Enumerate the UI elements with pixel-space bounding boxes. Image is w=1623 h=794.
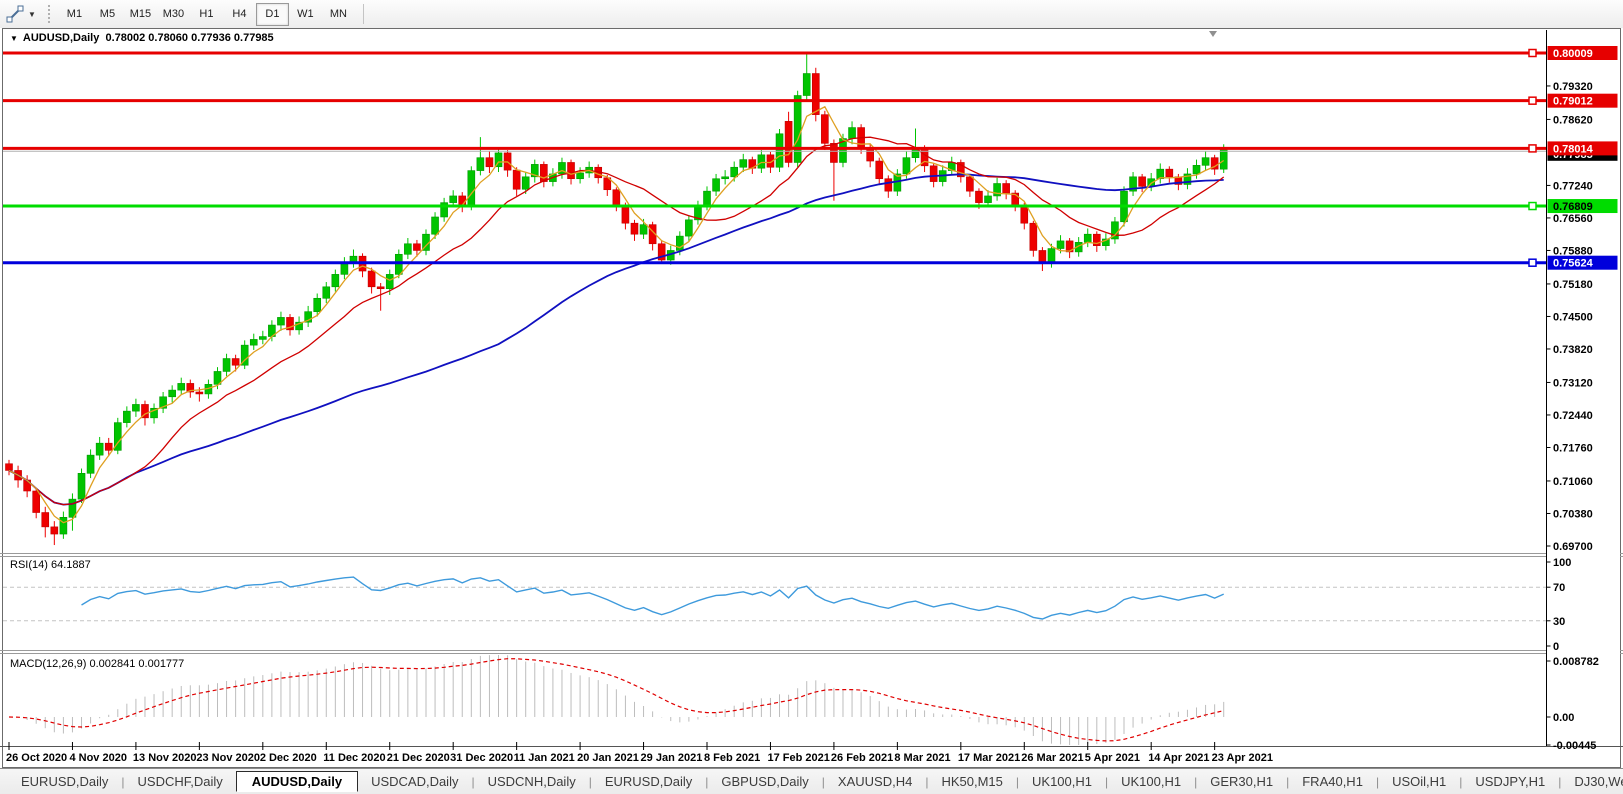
svg-text:8 Feb 2021: 8 Feb 2021 — [704, 752, 760, 764]
svg-text:26 Mar 2021: 26 Mar 2021 — [1021, 752, 1083, 764]
support-2-badge: 0.75624 — [1548, 256, 1618, 270]
support-1-handle[interactable] — [1529, 203, 1536, 210]
svg-text:0.75180: 0.75180 — [1553, 279, 1593, 291]
svg-text:2 Dec 2020: 2 Dec 2020 — [260, 752, 317, 764]
svg-text:13 Nov 2020: 13 Nov 2020 — [133, 752, 197, 764]
support-1-badge: 0.76809 — [1548, 199, 1618, 213]
svg-text:11 Jan 2021: 11 Jan 2021 — [514, 752, 575, 764]
svg-text:23 Apr 2021: 23 Apr 2021 — [1212, 752, 1273, 764]
crosshair-tool-icon — [6, 5, 24, 23]
svg-text:0.78620: 0.78620 — [1553, 114, 1593, 126]
timeframe-button-MN[interactable]: MN — [322, 3, 355, 26]
tab-eurusd-daily[interactable]: EURUSD,Daily — [592, 772, 705, 791]
svg-text:26 Oct 2020: 26 Oct 2020 — [6, 752, 67, 764]
svg-text:0.75880: 0.75880 — [1553, 245, 1593, 257]
resistance-1-handle[interactable] — [1529, 50, 1536, 57]
tab-dj30-weekly[interactable]: DJ30,Weekly — [1561, 772, 1623, 791]
svg-text:0.71060: 0.71060 — [1553, 476, 1593, 488]
resistance-1-badge: 0.80009 — [1548, 46, 1618, 60]
symbol-tab-bar: EURUSD,Daily|USDCHF,DailyAUDUSD,DailyUSD… — [0, 768, 1623, 794]
svg-text:0.80009: 0.80009 — [1553, 48, 1593, 60]
svg-text:8 Mar 2021: 8 Mar 2021 — [894, 752, 950, 764]
svg-text:0.75624: 0.75624 — [1553, 258, 1594, 270]
svg-text:0.74500: 0.74500 — [1553, 311, 1593, 323]
svg-text:11 Dec 2020: 11 Dec 2020 — [323, 752, 385, 764]
svg-text:0.76809: 0.76809 — [1553, 201, 1593, 213]
svg-text:0.70380: 0.70380 — [1553, 508, 1593, 520]
svg-text:30: 30 — [1553, 616, 1565, 628]
svg-text:0.77240: 0.77240 — [1553, 180, 1593, 192]
symbol-tabs: EURUSD,Daily|USDCHF,DailyAUDUSD,DailyUSD… — [8, 771, 1623, 792]
svg-text:0.78014: 0.78014 — [1553, 143, 1594, 155]
svg-text:0.79320: 0.79320 — [1553, 81, 1593, 93]
tab-eurusd-daily[interactable]: EURUSD,Daily — [8, 772, 121, 791]
timeframe-button-D1[interactable]: D1 — [256, 3, 289, 26]
svg-text:5 Apr 2021: 5 Apr 2021 — [1085, 752, 1140, 764]
svg-text:20 Jan 2021: 20 Jan 2021 — [577, 752, 639, 764]
resistance-3-badge: 0.78014 — [1548, 141, 1618, 155]
svg-text:70: 70 — [1553, 582, 1565, 594]
svg-text:0.008782: 0.008782 — [1553, 656, 1599, 668]
timeframe-button-M30[interactable]: M30 — [157, 3, 190, 26]
timeframe-button-H1[interactable]: H1 — [190, 3, 223, 26]
svg-text:0.76560: 0.76560 — [1553, 213, 1593, 225]
timeframe-buttons: M1M5M15M30H1H4D1W1MN — [58, 3, 355, 26]
svg-text:31 Dec 2020: 31 Dec 2020 — [450, 752, 513, 764]
tab-usdcad-daily[interactable]: USDCAD,Daily — [358, 772, 471, 791]
svg-text:0.00: 0.00 — [1553, 712, 1574, 724]
support-2-handle[interactable] — [1529, 259, 1536, 266]
svg-text:0.79012: 0.79012 — [1553, 96, 1593, 108]
svg-text:0.69700: 0.69700 — [1553, 541, 1593, 553]
svg-text:17 Feb 2021: 17 Feb 2021 — [767, 752, 829, 764]
tab-ger30-h1[interactable]: GER30,H1 — [1197, 772, 1286, 791]
svg-text:-0.00445: -0.00445 — [1553, 740, 1596, 752]
svg-text:29 Jan 2021: 29 Jan 2021 — [641, 752, 703, 764]
timeframe-button-M5[interactable]: M5 — [91, 3, 124, 26]
tab-fra40-h1[interactable]: FRA40,H1 — [1289, 772, 1376, 791]
tab-uk100-h1[interactable]: UK100,H1 — [1019, 772, 1105, 791]
tab-gbpusd-daily[interactable]: GBPUSD,Daily — [708, 772, 821, 791]
resistance-2-handle[interactable] — [1529, 97, 1536, 104]
line-studies-tool[interactable]: ▼ — [0, 5, 40, 23]
tab-hk50-m15[interactable]: HK50,M15 — [928, 772, 1015, 791]
top-toolbar: ▼ M1M5M15M30H1H4D1W1MN — [0, 0, 1623, 29]
tab-usdjpy-h1[interactable]: USDJPY,H1 — [1462, 772, 1558, 791]
resistance-2-badge: 0.79012 — [1548, 94, 1618, 108]
tab-xauusd-h4[interactable]: XAUUSD,H4 — [825, 772, 925, 791]
toolbar-separator — [363, 4, 364, 24]
price-chart[interactable]: 0.79320 0.78620 0.77240 0.76560 0.75880 0.751… — [0, 28, 1623, 768]
svg-text:100: 100 — [1553, 557, 1571, 569]
timeframe-button-W1[interactable]: W1 — [289, 3, 322, 26]
svg-text:23 Nov 2020: 23 Nov 2020 — [196, 752, 260, 764]
tab-usoil-h1[interactable]: USOil,H1 — [1379, 772, 1459, 791]
svg-text:0.72440: 0.72440 — [1553, 410, 1593, 422]
timeframe-button-H4[interactable]: H4 — [223, 3, 256, 26]
tab-audusd-daily[interactable]: AUDUSD,Daily — [236, 771, 358, 792]
svg-text:0: 0 — [1553, 641, 1559, 653]
resistance-3-handle[interactable] — [1529, 145, 1536, 152]
tool-dropdown-icon[interactable]: ▼ — [28, 10, 36, 19]
timeframe-button-M15[interactable]: M15 — [124, 3, 157, 26]
svg-text:17 Mar 2021: 17 Mar 2021 — [958, 752, 1020, 764]
svg-text:0.71760: 0.71760 — [1553, 442, 1593, 454]
timeframe-button-M1[interactable]: M1 — [58, 3, 91, 26]
tab-usdcnh-daily[interactable]: USDCNH,Daily — [475, 772, 589, 791]
tab-uk100-h1[interactable]: UK100,H1 — [1108, 772, 1194, 791]
svg-text:14 Apr 2021: 14 Apr 2021 — [1148, 752, 1209, 764]
svg-text:26 Feb 2021: 26 Feb 2021 — [831, 752, 893, 764]
svg-text:4 Nov 2020: 4 Nov 2020 — [69, 752, 126, 764]
svg-text:0.73820: 0.73820 — [1553, 344, 1593, 356]
toolbar-grip — [48, 5, 50, 23]
svg-text:0.73120: 0.73120 — [1553, 377, 1593, 389]
svg-text:21 Dec 2020: 21 Dec 2020 — [387, 752, 450, 764]
tab-usdchf-daily[interactable]: USDCHF,Daily — [125, 772, 236, 791]
